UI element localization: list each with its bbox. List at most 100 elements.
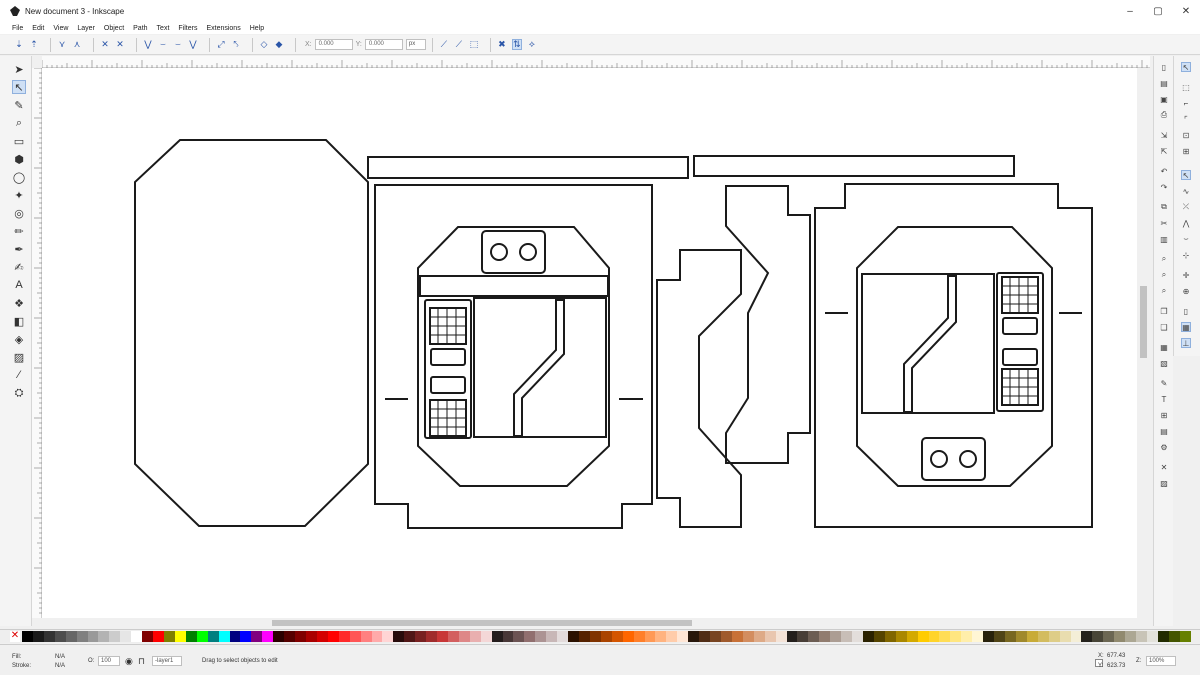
vertical-ruler[interactable] — [32, 67, 42, 618]
insert-node-icon[interactable]: ⇣ — [14, 39, 24, 50]
color-swatch[interactable] — [1059, 631, 1071, 642]
unit-select[interactable]: px — [405, 39, 426, 50]
zoom-input[interactable]: 100% — [1146, 656, 1176, 666]
duplicate-icon[interactable]: ❐ — [1159, 306, 1169, 316]
top-strip-left[interactable] — [367, 156, 689, 179]
menu-view[interactable]: View — [53, 25, 68, 32]
color-swatch[interactable] — [535, 631, 547, 642]
show-clipping-path-icon[interactable]: ⟋ — [439, 39, 449, 50]
color-swatch[interactable] — [437, 631, 448, 642]
color-swatch[interactable] — [644, 631, 656, 642]
color-swatch[interactable] — [873, 631, 885, 642]
snap-smooth-icon[interactable]: ⌣ — [1181, 234, 1191, 244]
vertical-scrollbar[interactable] — [1137, 68, 1150, 618]
color-swatch[interactable] — [775, 631, 787, 642]
color-swatch[interactable] — [622, 631, 634, 642]
current-layer-select[interactable]: -layer1 — [152, 656, 182, 666]
segment-curve-icon[interactable]: ⤣ — [231, 39, 241, 50]
color-swatch[interactable] — [22, 631, 33, 642]
dropper-tool-icon[interactable]: ⁄ — [12, 368, 26, 382]
color-swatch[interactable] — [753, 631, 765, 642]
connector-tool-icon[interactable]: ⛭ — [12, 386, 26, 400]
symmetric-node-icon[interactable]: ⌣ — [173, 39, 183, 50]
drawing-canvas[interactable] — [42, 68, 1137, 618]
color-swatch[interactable] — [830, 631, 842, 642]
color-swatch[interactable] — [76, 631, 88, 642]
hatch-slider[interactable] — [903, 275, 957, 413]
color-swatch[interactable] — [1037, 631, 1049, 642]
fill-stroke-icon[interactable]: ✎ — [1159, 378, 1169, 388]
color-swatch[interactable] — [862, 631, 874, 642]
zoom-page-icon[interactable]: ⌕ — [1159, 286, 1169, 296]
color-swatch[interactable] — [295, 631, 306, 642]
color-swatch[interactable] — [1157, 631, 1169, 642]
document-properties-icon[interactable]: ✕ — [1159, 462, 1169, 472]
color-swatch[interactable] — [360, 631, 372, 642]
color-swatch[interactable] — [1114, 631, 1126, 642]
ellipse-tool-icon[interactable]: ◯ — [12, 170, 26, 184]
bent-strip-right[interactable] — [725, 185, 811, 464]
color-swatch[interactable] — [1125, 631, 1137, 642]
align-distribute-icon[interactable]: ▤ — [1159, 426, 1169, 436]
cusp-node-icon[interactable]: ⋁ — [143, 39, 153, 50]
vent-slot[interactable] — [430, 376, 466, 394]
spray-tool-icon[interactable]: ❖ — [12, 296, 26, 310]
zoom-selection-icon[interactable]: ⌕ — [1159, 254, 1169, 264]
color-swatch[interactable] — [611, 631, 623, 642]
color-swatch[interactable] — [600, 631, 612, 642]
open-document-icon[interactable]: ▤ — [1159, 78, 1169, 88]
visibility-eye-icon[interactable]: ◉ — [125, 656, 133, 667]
inner-frame-left[interactable] — [417, 226, 610, 487]
menu-extensions[interactable]: Extensions — [206, 25, 240, 32]
side-panel-left[interactable] — [374, 184, 653, 529]
color-swatch[interactable] — [305, 631, 317, 642]
color-swatch[interactable] — [1081, 631, 1093, 642]
3d-box-tool-icon[interactable]: ⬢ — [12, 152, 26, 166]
menu-object[interactable]: Object — [104, 25, 124, 32]
gradient-tool-icon[interactable]: ▨ — [12, 350, 26, 364]
color-swatch[interactable] — [1070, 631, 1082, 642]
vent-column[interactable] — [424, 299, 472, 439]
color-swatch[interactable] — [688, 631, 700, 642]
color-swatch[interactable] — [852, 631, 863, 642]
text-font-icon[interactable]: T — [1159, 394, 1169, 404]
knob-circle[interactable] — [490, 243, 508, 261]
knob-circle[interactable] — [959, 450, 977, 468]
color-swatch[interactable] — [174, 631, 186, 642]
color-swatch[interactable] — [994, 631, 1005, 642]
x-coordinate-input[interactable]: 0.000 — [314, 39, 353, 50]
palette-swatches[interactable] — [22, 631, 1191, 642]
hatch-slider[interactable] — [513, 299, 565, 437]
color-swatch[interactable] — [950, 631, 962, 642]
show-handles-icon[interactable]: ✖ — [497, 39, 507, 50]
color-swatch[interactable] — [568, 631, 580, 642]
color-swatch[interactable] — [917, 631, 929, 642]
knob-circle[interactable] — [519, 243, 537, 261]
snap-guide-icon[interactable]: ⊥ — [1181, 338, 1191, 348]
color-swatch[interactable] — [120, 631, 132, 642]
color-swatch[interactable] — [393, 631, 405, 642]
color-swatch[interactable] — [404, 631, 416, 642]
color-swatch[interactable] — [415, 631, 427, 642]
color-swatch[interactable] — [218, 631, 230, 642]
color-swatch[interactable] — [153, 631, 164, 642]
octagon-panel[interactable] — [134, 139, 369, 527]
color-swatch[interactable] — [731, 631, 743, 642]
color-swatch[interactable] — [349, 631, 361, 642]
color-swatch[interactable] — [589, 631, 601, 642]
horizontal-scroll-thumb[interactable] — [272, 620, 692, 626]
color-swatch[interactable] — [98, 631, 110, 642]
color-swatch[interactable] — [524, 631, 536, 642]
color-swatch[interactable] — [1136, 631, 1147, 642]
snap-toggle-icon[interactable]: ↖ — [1181, 62, 1191, 72]
copy-icon[interactable]: ⧉ — [1159, 202, 1169, 212]
color-swatch[interactable] — [240, 631, 252, 642]
display-bar[interactable] — [419, 275, 609, 297]
vent-slot[interactable] — [1002, 348, 1038, 366]
auto-smooth-node-icon[interactable]: ⋁ — [188, 39, 198, 50]
snap-bbox-midpoint-icon[interactable]: ⊡ — [1181, 130, 1191, 140]
color-swatch[interactable] — [764, 631, 776, 642]
stroke-value[interactable]: N/A — [55, 663, 65, 669]
text-tool-icon[interactable]: A — [12, 278, 26, 292]
color-swatch[interactable] — [939, 631, 951, 642]
